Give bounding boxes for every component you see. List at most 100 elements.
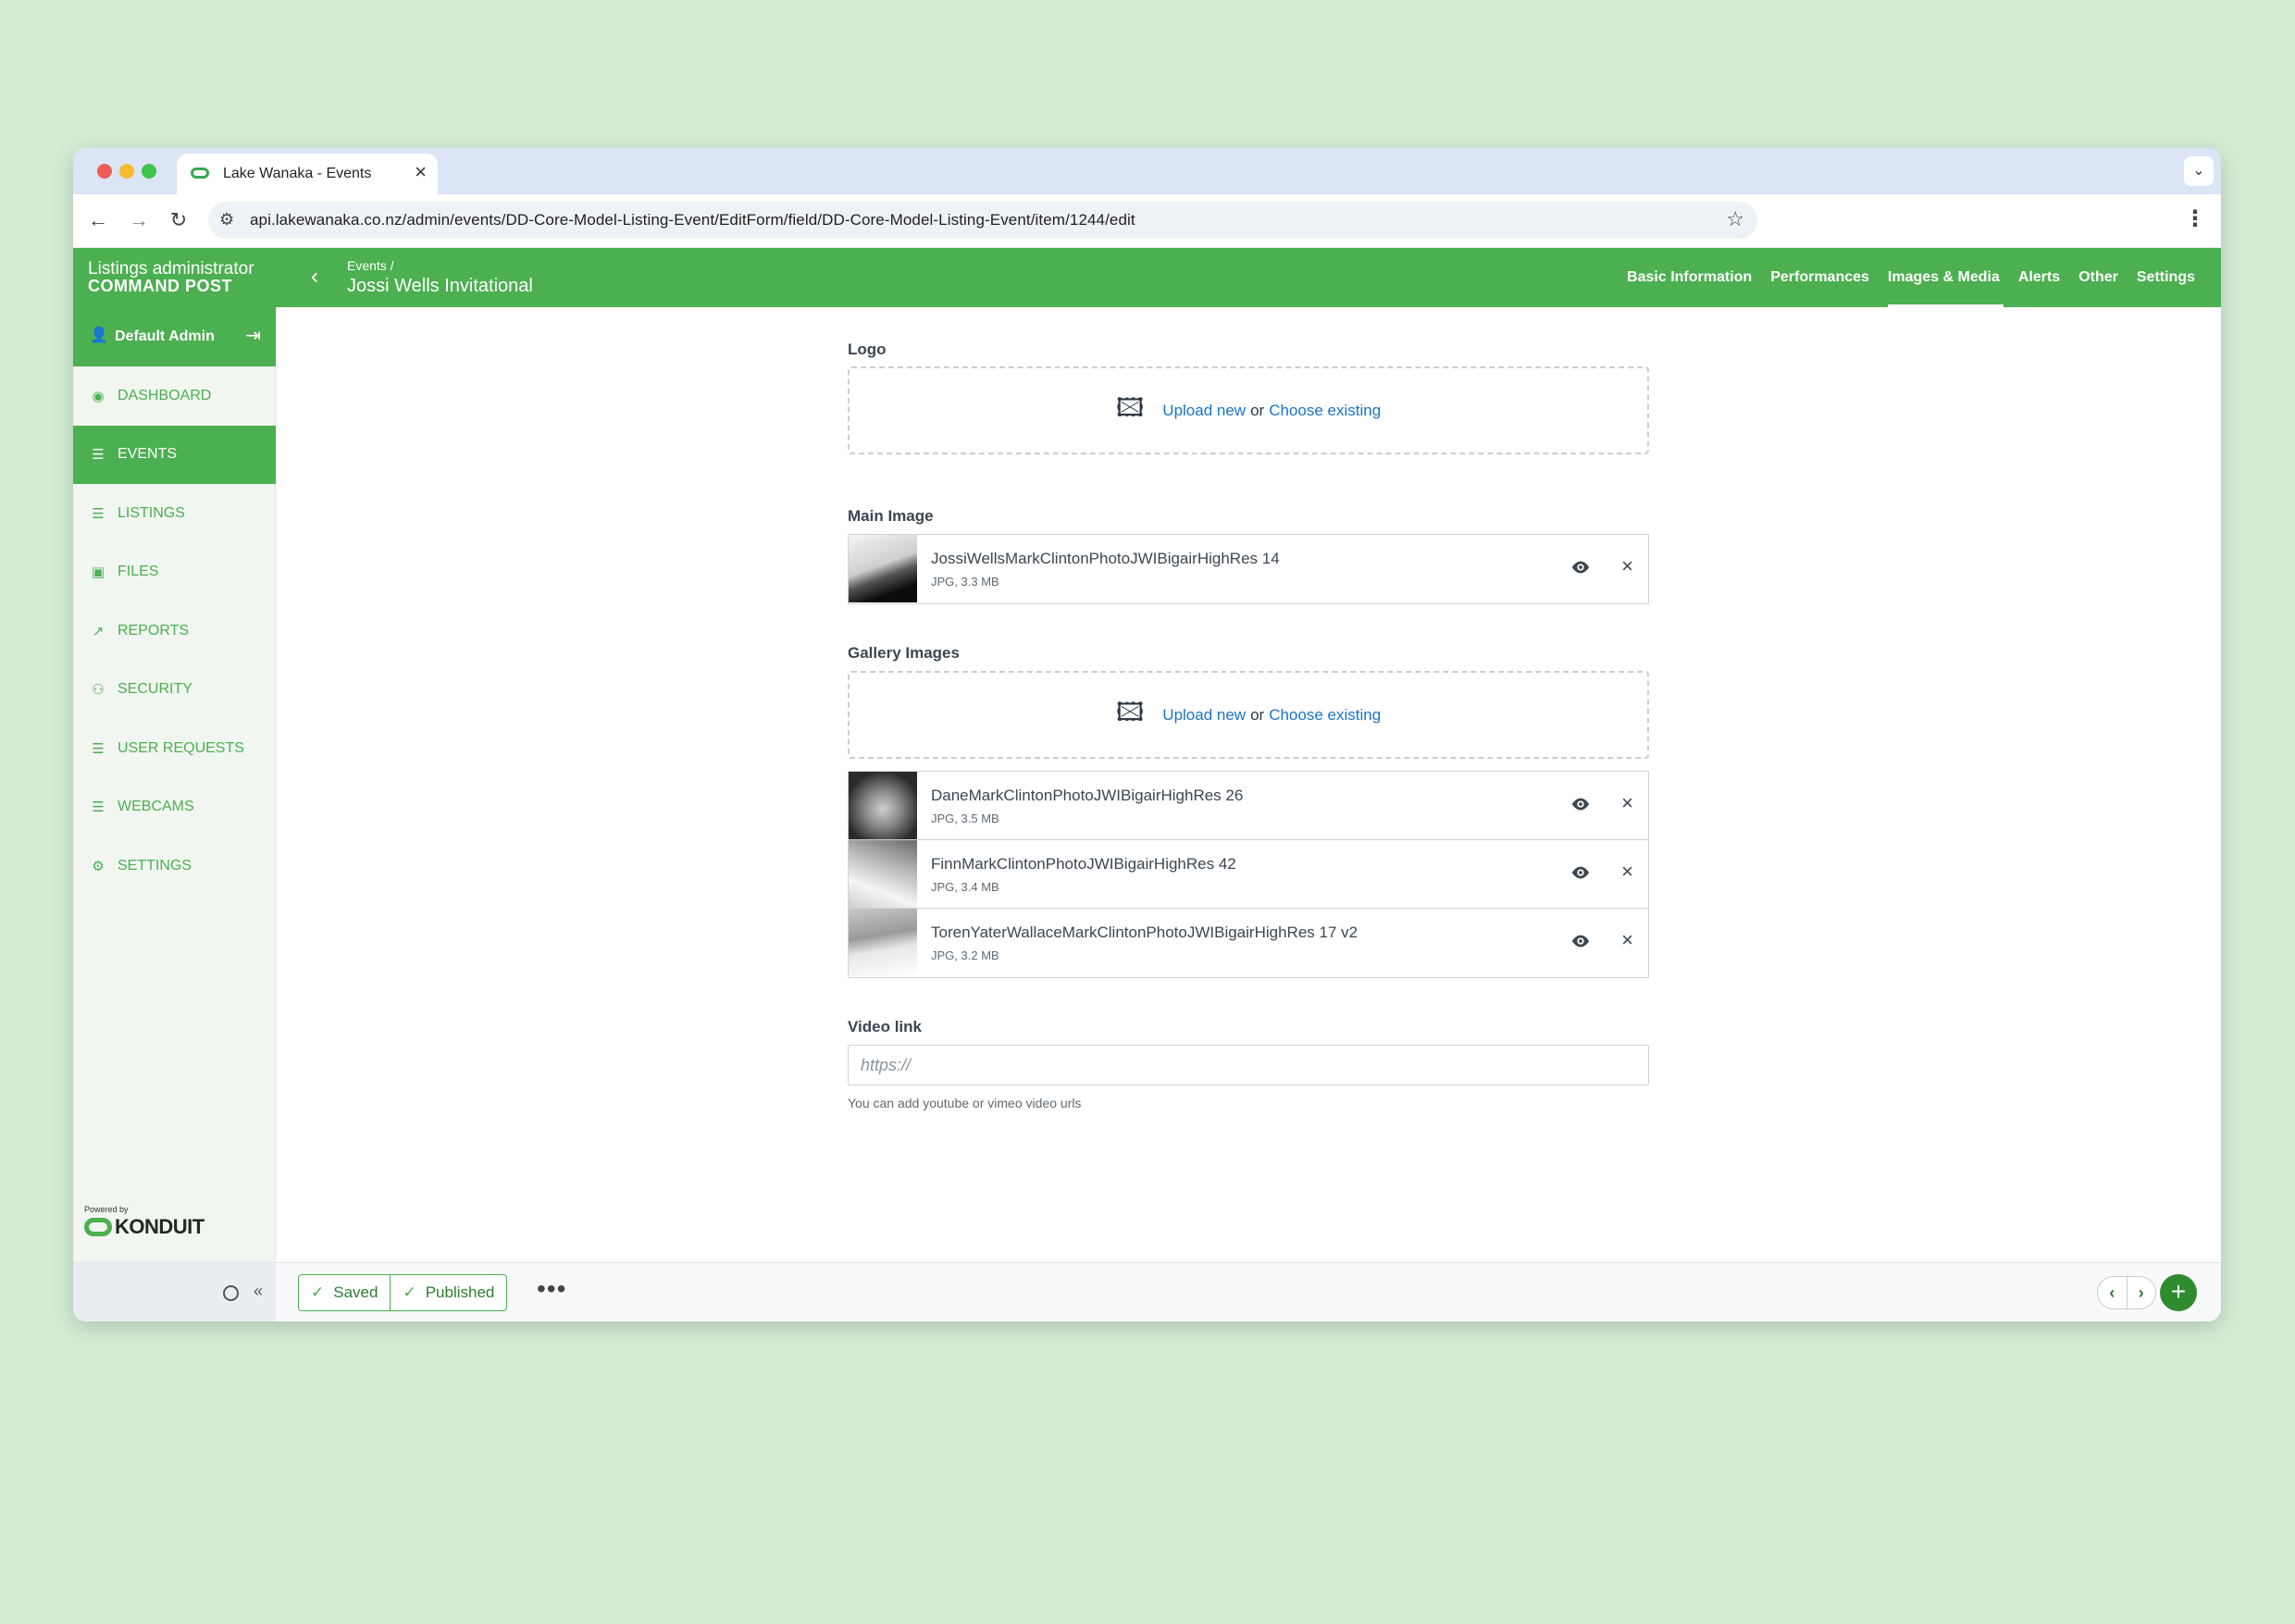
sidebar: 👤 Default Admin ⇥ ◉ DASHBOARD ☰ EVENTS ☰… (73, 307, 276, 1321)
eye-icon[interactable] (1570, 794, 1591, 814)
sidebar-item-webcams[interactable]: ☰ WEBCAMS (73, 778, 276, 837)
or-text: or (1250, 401, 1265, 419)
eye-icon[interactable] (1570, 862, 1591, 883)
eye-icon[interactable] (1570, 931, 1591, 951)
sidebar-item-label: WEBCAMS (118, 799, 194, 815)
sidebar-item-label: SETTINGS (118, 857, 192, 874)
sidebar-item-reports[interactable]: ↗ REPORTS (73, 601, 276, 661)
database-icon: ☰ (92, 800, 105, 816)
user-name: Default Admin (115, 329, 215, 344)
image-icon: ▣ (91, 564, 105, 581)
previous-item-icon[interactable]: ‹ (2098, 1277, 2128, 1308)
sidebar-item-label: LISTINGS (118, 504, 185, 521)
video-link-input[interactable] (848, 1045, 1649, 1085)
check-icon: ✓ (311, 1283, 325, 1301)
image-thumbnail[interactable] (849, 772, 917, 839)
database-icon: ☰ (92, 447, 105, 464)
upload-image-icon: 🖾 (1115, 697, 1145, 726)
upload-new-link[interactable]: Upload new (1162, 706, 1246, 725)
tab-close-icon[interactable]: × (415, 161, 427, 183)
browser-menu-icon[interactable]: ⋮ (2184, 205, 2206, 232)
sidebar-item-files[interactable]: ▣ FILES (73, 543, 276, 602)
file-row: DaneMarkClintonPhotoJWIBigairHighRes 26 … (849, 772, 1648, 840)
remove-file-icon[interactable]: × (1621, 928, 1633, 952)
logo-dropzone[interactable]: 🖾 Upload new or Choose existing (848, 366, 1649, 454)
sidebar-menu: ◉ DASHBOARD ☰ EVENTS ☰ LISTINGS ▣ FILES … (73, 366, 276, 896)
add-button[interactable]: + (2160, 1274, 2197, 1311)
collapse-sidebar-icon[interactable]: « (254, 1282, 263, 1301)
saved-button[interactable]: ✓ Saved (298, 1274, 391, 1311)
back-chevron-icon[interactable]: ‹ (311, 264, 318, 290)
gallery-label: Gallery Images (848, 644, 960, 662)
forward-arrow-icon[interactable]: → (125, 206, 153, 234)
published-button[interactable]: ✓ Published (391, 1274, 508, 1311)
konduit-logo: KONDUIT (84, 1215, 205, 1239)
tab-performances[interactable]: Performances (1770, 248, 1869, 307)
tab-other[interactable]: Other (2078, 248, 2118, 307)
check-icon: ✓ (403, 1283, 416, 1301)
sidebar-item-listings[interactable]: ☰ LISTINGS (73, 484, 276, 543)
choose-existing-link[interactable]: Choose existing (1269, 706, 1381, 725)
app-header: Listings administrator COMMAND POST ‹ Ev… (73, 248, 2221, 307)
site-settings-icon[interactable]: ⚙ (219, 210, 234, 229)
browser-tab[interactable]: Lake Wanaka - Events × (177, 154, 438, 194)
sidebar-item-user-requests[interactable]: ☰ USER REQUESTS (73, 719, 276, 778)
sidebar-item-events[interactable]: ☰ EVENTS (73, 425, 276, 484)
file-meta: JPG, 3.3 MB (931, 575, 999, 589)
logo-label: Logo (848, 341, 887, 358)
database-icon: ☰ (92, 740, 105, 757)
file-row: TorenYaterWallaceMarkClintonPhotoJWIBiga… (849, 909, 1648, 977)
user-icon: 👤 (90, 328, 108, 343)
eye-icon[interactable] (1570, 557, 1591, 577)
tab-images-media[interactable]: Images & Media (1887, 248, 2003, 307)
tab-search-chevron-icon[interactable]: ⌄ (2184, 156, 2214, 186)
main-image-list: JossiWellsMarkClintonPhotoJWIBigairHighR… (848, 534, 1649, 604)
sidebar-item-settings[interactable]: ⚙ SETTINGS (73, 837, 276, 896)
sidebar-item-label: DASHBOARD (118, 387, 212, 403)
back-arrow-icon[interactable]: ← (84, 206, 112, 234)
address-bar[interactable]: ⚙ api.lakewanaka.co.nz/admin/events/DD-C… (208, 202, 1757, 239)
upload-new-link[interactable]: Upload new (1162, 402, 1246, 420)
brand-title: COMMAND POST (88, 277, 232, 295)
image-thumbnail[interactable] (849, 909, 917, 976)
breadcrumb[interactable]: Events / (347, 258, 394, 273)
user-row[interactable]: 👤 Default Admin ⇥ (73, 307, 276, 366)
gallery-dropzone[interactable]: 🖾 Upload new or Choose existing (848, 671, 1649, 759)
image-thumbnail[interactable] (849, 535, 917, 602)
image-thumbnail[interactable] (849, 840, 917, 908)
sidebar-item-label: FILES (118, 564, 159, 580)
choose-existing-link[interactable]: Choose existing (1269, 402, 1381, 420)
reload-icon[interactable]: ↻ (165, 206, 192, 234)
chart-icon: ↗ (92, 623, 105, 639)
remove-file-icon[interactable]: × (1621, 791, 1633, 815)
dashboard-icon: ◉ (92, 388, 105, 404)
sidebar-item-label: SECURITY (118, 681, 192, 698)
file-meta: JPG, 3.4 MB (931, 880, 999, 894)
more-options-icon[interactable]: ••• (537, 1276, 566, 1302)
remove-file-icon[interactable]: × (1621, 554, 1633, 578)
tab-basic-information[interactable]: Basic Information (1627, 248, 1752, 307)
close-window-button[interactable] (97, 164, 112, 179)
upload-image-icon: 🖾 (1115, 392, 1145, 422)
database-icon: ☰ (92, 505, 105, 522)
sidebar-item-dashboard[interactable]: ◉ DASHBOARD (73, 366, 276, 426)
url-text[interactable]: api.lakewanaka.co.nz/admin/events/DD-Cor… (250, 211, 1135, 229)
tab-settings[interactable]: Settings (2137, 248, 2195, 307)
sidebar-item-label: EVENTS (118, 446, 178, 463)
minimize-window-button[interactable] (119, 164, 134, 179)
logout-icon[interactable]: ⇥ (245, 324, 261, 347)
main-content: Logo 🖾 Upload new or Choose existing Mai… (276, 307, 2221, 1262)
bookmark-star-icon[interactable]: ☆ (1726, 207, 1744, 231)
file-name: DaneMarkClintonPhotoJWIBigairHighRes 26 (931, 787, 1244, 804)
file-name: TorenYaterWallaceMarkClintonPhotoJWIBiga… (931, 924, 1358, 941)
sidebar-item-security[interactable]: ⚇ SECURITY (73, 661, 276, 720)
status-circle-icon[interactable] (223, 1285, 239, 1301)
video-help-text: You can add youtube or vimeo video urls (848, 1096, 1082, 1110)
next-item-icon[interactable]: › (2128, 1277, 2156, 1308)
remove-file-icon[interactable]: × (1621, 860, 1633, 884)
tab-alerts[interactable]: Alerts (2018, 248, 2060, 307)
file-meta: JPG, 3.5 MB (931, 812, 999, 825)
maximize-window-button[interactable] (142, 164, 156, 179)
action-bar: ✓ Saved ✓ Published ••• ‹ › + (276, 1262, 2221, 1321)
sidebar-item-label: REPORTS (118, 622, 190, 638)
